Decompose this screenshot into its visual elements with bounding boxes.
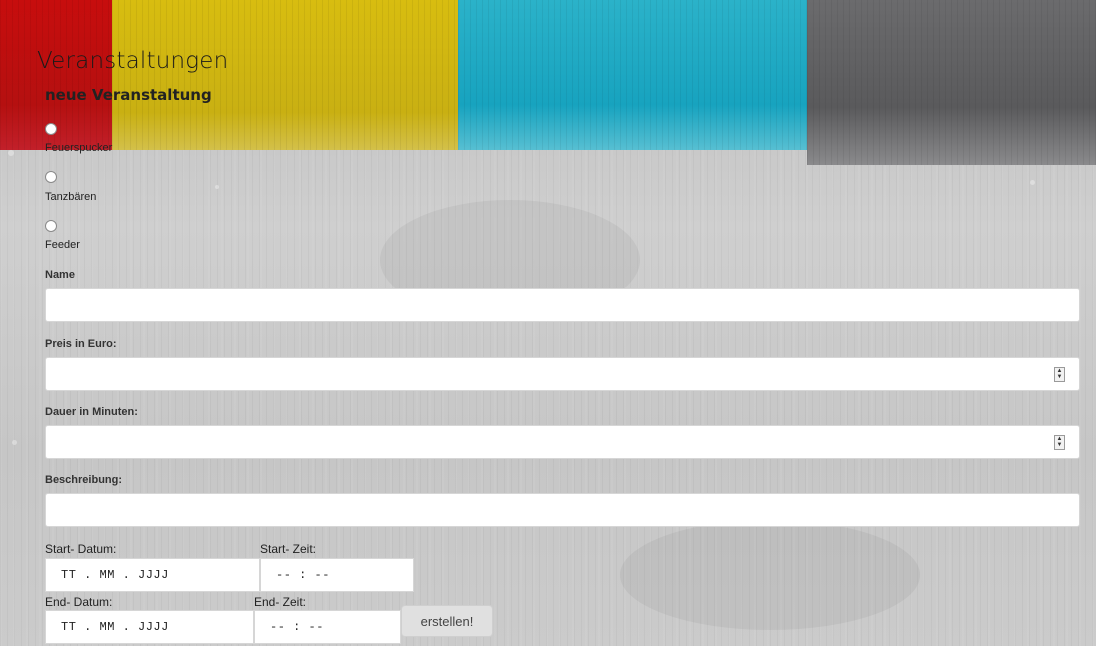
end-time-label: End- Zeit: [254, 595, 307, 609]
page-title: Veranstaltungen [37, 48, 229, 74]
radio-feeder[interactable] [45, 220, 57, 232]
price-label: Preis in Euro: [45, 338, 117, 350]
event-form: Veranstaltungen neue Veranstaltung Feuer… [0, 0, 1096, 646]
name-input[interactable] [45, 288, 1080, 322]
duration-input[interactable]: ▲ ▼ [45, 425, 1080, 459]
name-label: Name [45, 269, 75, 281]
radio-label-tanzbaeren: Tanzbären [45, 191, 97, 203]
radio-label-feeder: Feeder [45, 239, 80, 251]
start-date-label: Start- Datum: [45, 542, 117, 556]
radio-feuerspucker[interactable] [45, 123, 57, 135]
spin-up-down-icon[interactable]: ▲ ▼ [1054, 367, 1065, 382]
spin-up-down-icon[interactable]: ▲ ▼ [1054, 435, 1065, 450]
duration-label: Dauer in Minuten: [45, 406, 138, 418]
end-date-input[interactable]: TT . MM . JJJJ [45, 610, 254, 644]
start-time-label: Start- Zeit: [260, 542, 317, 556]
description-label: Beschreibung: [45, 474, 123, 486]
start-time-input[interactable]: -- : -- [260, 558, 414, 592]
price-input[interactable]: ▲ ▼ [45, 357, 1080, 391]
radio-label-feuerspucker: Feuerspucker [45, 142, 113, 154]
start-date-input[interactable]: TT . MM . JJJJ [45, 558, 260, 592]
radio-tanzbaeren[interactable] [45, 171, 57, 183]
end-time-input[interactable]: -- : -- [254, 610, 401, 644]
create-button[interactable]: erstellen! [401, 605, 493, 637]
end-date-label: End- Datum: [45, 595, 113, 609]
section-title: neue Veranstaltung [45, 86, 212, 104]
description-input[interactable] [45, 493, 1080, 527]
